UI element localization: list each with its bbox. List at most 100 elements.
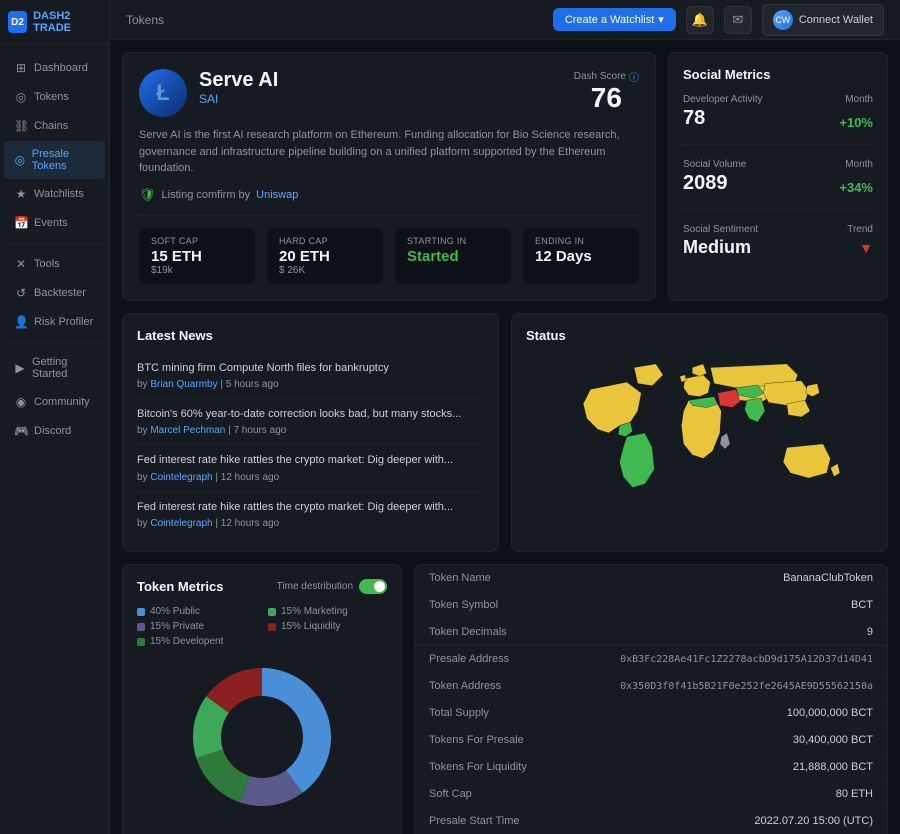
- sidebar-item-chains[interactable]: ⛓ Chains: [4, 112, 105, 140]
- token-description: Serve AI is the first AI research platfo…: [139, 127, 639, 177]
- sidebar-item-label: Backtester: [34, 287, 86, 299]
- sidebar-item-risk-profiler[interactable]: 👤 Risk Profiler: [4, 308, 105, 336]
- shield-icon: 🛡: [139, 187, 156, 203]
- advanced-info-section: Presale Address 0xB3Fc228Ae41Fc1Z2278acb…: [415, 646, 887, 834]
- token-name-value: BananaClubToken: [783, 572, 873, 584]
- token-name-row: Token Name BananaClubToken: [415, 565, 887, 592]
- legend-public: 40% Public: [137, 606, 256, 617]
- news-headline-2: Fed interest rate hike rattles the crypt…: [137, 453, 484, 468]
- bell-icon: 🔔: [692, 12, 708, 28]
- token-symbol-label: Token Symbol: [429, 599, 498, 611]
- avatar: CW: [773, 10, 793, 30]
- dev-activity-value: 78: [683, 107, 705, 130]
- hard-cap-label: Hard Cap: [279, 236, 371, 246]
- sidebar-item-backtester[interactable]: ↺ Backtester: [4, 279, 105, 307]
- legend-dot-liquidity: [268, 623, 276, 631]
- world-map: [526, 353, 873, 513]
- sidebar-item-discord[interactable]: 🎮 Discord: [4, 417, 105, 445]
- notification-button[interactable]: 🔔: [686, 6, 714, 34]
- logo-text: DASH2 TRADE: [33, 10, 101, 34]
- sidebar-item-label: Events: [34, 217, 68, 229]
- mail-button[interactable]: ✉: [724, 6, 752, 34]
- legend-dot-marketing: [268, 608, 276, 616]
- token-address-label: Token Address: [429, 680, 501, 692]
- sidebar-item-getting-started[interactable]: ▶ Getting Started: [4, 349, 105, 387]
- presale-start-label: Presale Start Time: [429, 815, 519, 827]
- dev-activity-row: Developer Activity Month 78 +10%: [683, 94, 873, 130]
- presale-start-row: Presale Start Time 2022.07.20 15:00 (UTC…: [415, 808, 887, 834]
- starting-metric: Starting In Started: [395, 228, 511, 284]
- chevron-down-icon: ▾: [658, 13, 664, 26]
- play-icon: ▶: [14, 361, 26, 375]
- connect-wallet-button[interactable]: CW Connect Wallet: [762, 4, 884, 36]
- sidebar-item-tokens[interactable]: ◎ Tokens: [4, 83, 105, 111]
- social-volume-row: Social Volume Month 2089 +34%: [683, 159, 873, 195]
- sidebar-item-watchlists[interactable]: ★ Watchlists: [4, 180, 105, 208]
- soft-cap-detail-value: 80 ETH: [836, 788, 873, 800]
- sidebar-divider-2: [8, 342, 101, 343]
- time-dist-toggle[interactable]: [359, 579, 387, 594]
- token-symbol: SAI: [199, 92, 562, 106]
- tokens-presale-label: Tokens For Presale: [429, 734, 524, 746]
- total-supply-row: Total Supply 100,000,000 BCT: [415, 700, 887, 727]
- donut-chart: [137, 657, 387, 817]
- sidebar-item-tools[interactable]: ✕ Tools: [4, 250, 105, 278]
- token-symbol-row: Token Symbol BCT: [415, 592, 887, 619]
- social-sentiment-value: Medium: [683, 237, 751, 258]
- token-decimals-label: Token Decimals: [429, 626, 507, 638]
- presale-address-value: 0xB3Fc228Ae41Fc1Z2278acbD9d175A12D37d14D…: [620, 654, 873, 665]
- news-item-1[interactable]: Bitcoin's 60% year-to-date correction lo…: [137, 399, 484, 445]
- ending-label: Ending In: [535, 236, 627, 246]
- news-item-3[interactable]: Fed interest rate hike rattles the crypt…: [137, 492, 484, 537]
- total-supply-label: Total Supply: [429, 707, 489, 719]
- sidebar-item-label: Discord: [34, 425, 71, 437]
- token-name: Serve AI: [199, 69, 562, 92]
- time-dist-label: Time destribution: [277, 581, 353, 592]
- risk-icon: 👤: [14, 315, 28, 329]
- tokens-liquidity-row: Tokens For Liquidity 21,888,000 BCT: [415, 754, 887, 781]
- news-headline-1: Bitcoin's 60% year-to-date correction lo…: [137, 407, 484, 422]
- bottom-row: Token Metrics Time destribution 40% Publ…: [122, 564, 888, 834]
- tokens-presale-value: 30,400,000 BCT: [793, 734, 873, 746]
- soft-cap-detail-label: Soft Cap: [429, 788, 472, 800]
- trend-down-icon: ▼: [859, 240, 873, 256]
- news-item-0[interactable]: BTC mining firm Compute North files for …: [137, 353, 484, 399]
- soft-cap-metric: Soft Cap 15 ETH $19k: [139, 228, 255, 284]
- token-logo: Ł: [139, 69, 187, 117]
- metrics-row: Soft Cap 15 ETH $19k Hard Cap 20 ETH $ 2…: [139, 215, 639, 284]
- listing-confirm: 🛡 Listing comfirm by Uniswap: [139, 187, 639, 203]
- hard-cap-metric: Hard Cap 20 ETH $ 26K: [267, 228, 383, 284]
- news-item-2[interactable]: Fed interest rate hike rattles the crypt…: [137, 445, 484, 491]
- hard-cap-eth: 20 ETH: [279, 248, 371, 265]
- news-meta-3: by Cointelegraph | 12 hours ago: [137, 518, 484, 529]
- tokens-liquidity-value: 21,888,000 BCT: [793, 761, 873, 773]
- social-sentiment-trend: Trend: [847, 224, 873, 235]
- uniswap-link[interactable]: Uniswap: [256, 189, 298, 201]
- soft-cap-usd: $19k: [151, 265, 243, 276]
- topbar-right: Create a Watchlist ▾ 🔔 ✉ CW Connect Wall…: [553, 4, 884, 36]
- legend-liquidity: 15% Liquidity: [268, 621, 387, 632]
- sidebar-item-dashboard[interactable]: ⊞ Dashboard: [4, 54, 105, 82]
- dash-score-box: Dash Score ⓘ 76: [574, 69, 639, 112]
- sidebar-item-label: Community: [34, 396, 90, 408]
- sidebar-item-label: Dashboard: [34, 62, 88, 74]
- create-watchlist-button[interactable]: Create a Watchlist ▾: [553, 8, 676, 31]
- sidebar-item-label: Getting Started: [32, 356, 95, 380]
- social-volume-value: 2089: [683, 172, 728, 195]
- social-volume-label: Social Volume: [683, 159, 746, 170]
- sidebar-item-presale-tokens[interactable]: ◎ Presale Tokens: [4, 141, 105, 179]
- legend-private: 15% Private: [137, 621, 256, 632]
- grid-icon: ⊞: [14, 61, 28, 75]
- presale-start-value: 2022.07.20 15:00 (UTC): [754, 815, 873, 827]
- news-panel: Latest News BTC mining firm Compute Nort…: [122, 313, 499, 553]
- legend-dot-private: [137, 623, 145, 631]
- dev-activity-label: Developer Activity: [683, 94, 762, 105]
- news-meta-1: by Marcel Pechman | 7 hours ago: [137, 425, 484, 436]
- total-supply-value: 100,000,000 BCT: [787, 707, 873, 719]
- sidebar-item-events[interactable]: 📅 Events: [4, 209, 105, 237]
- token-details-panel: Token Name BananaClubToken Token Symbol …: [414, 564, 888, 834]
- token-symbol-value: BCT: [851, 599, 873, 611]
- sidebar-item-community[interactable]: ◉ Community: [4, 388, 105, 416]
- social-volume-change: +34%: [839, 180, 873, 195]
- sidebar-divider: [8, 243, 101, 244]
